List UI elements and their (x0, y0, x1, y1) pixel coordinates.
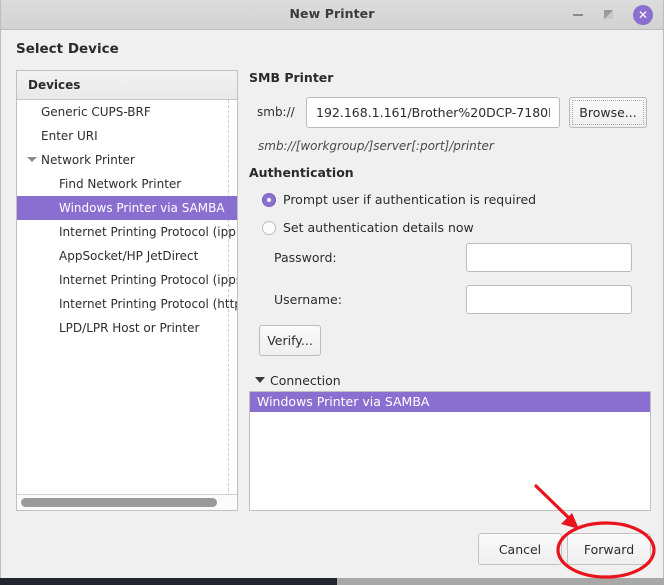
radio-selected-icon (262, 193, 276, 207)
smb-settings-pane: SMB Printer smb:// Browse... smb://[work… (249, 70, 653, 511)
chevron-down-icon[interactable] (27, 157, 37, 162)
page-title: Select Device (16, 41, 119, 57)
device-item-network-printer[interactable]: Network Printer (17, 148, 237, 172)
browse-button[interactable]: Browse... (569, 97, 647, 128)
close-icon[interactable]: ✕ (633, 5, 653, 25)
devices-list[interactable]: Generic CUPS-BRF Enter URI Network Print… (17, 100, 237, 496)
radio-set-auth-now-label: Set authentication details now (283, 220, 474, 235)
scrollbar-thumb[interactable] (21, 498, 217, 507)
device-item-label: Find Network Printer (59, 177, 182, 191)
cancel-button[interactable]: Cancel (478, 533, 562, 565)
connection-expander[interactable]: Connection (255, 373, 341, 388)
devices-panel: Devices Generic CUPS-BRF Enter URI Netwo… (16, 70, 238, 511)
devices-horizontal-scrollbar[interactable] (17, 494, 237, 510)
smb-uri-input[interactable] (306, 97, 560, 128)
authentication-heading: Authentication (249, 165, 354, 180)
device-item-enter-uri[interactable]: Enter URI (17, 124, 237, 148)
smb-uri-row: smb:// Browse... (249, 97, 653, 129)
device-item-appsocket-hp-jetdirect[interactable]: AppSocket/HP JetDirect (17, 244, 237, 268)
device-item-http[interactable]: Internet Printing Protocol (http) (17, 292, 237, 316)
device-item-label: Windows Printer via SAMBA (59, 201, 225, 215)
radio-prompt-user[interactable]: Prompt user if authentication is require… (262, 190, 536, 210)
device-item-ipp[interactable]: Internet Printing Protocol (ipp) (17, 220, 237, 244)
smb-uri-hint: smb://[workgroup/]server[:port]/printer (258, 139, 494, 153)
maximize-icon[interactable] (599, 6, 617, 24)
devices-header: Devices (17, 71, 237, 100)
minimize-icon[interactable] (569, 6, 587, 24)
device-item-label: Enter URI (41, 129, 98, 143)
password-field[interactable] (466, 243, 632, 272)
window-title: New Printer (289, 6, 375, 21)
connection-label: Connection (270, 373, 341, 388)
password-label: Password: (274, 250, 337, 265)
username-field[interactable] (466, 285, 632, 314)
smb-uri-prefix-label: smb:// (257, 105, 295, 119)
smb-printer-heading: SMB Printer (249, 70, 334, 85)
verify-button[interactable]: Verify... (259, 325, 321, 356)
chevron-down-icon (255, 377, 265, 383)
new-printer-dialog: New Printer ✕ Select Device Devices Gene… (0, 0, 664, 578)
device-item-label: Internet Printing Protocol (http) (59, 297, 237, 311)
device-item-find-network-printer[interactable]: Find Network Printer (17, 172, 237, 196)
device-item-label: Generic CUPS-BRF (41, 105, 151, 119)
device-item-label: Internet Printing Protocol (ipps) (59, 273, 237, 287)
title-bar: New Printer ✕ (1, 0, 663, 30)
device-item-ipps[interactable]: Internet Printing Protocol (ipps) (17, 268, 237, 292)
device-item-windows-printer-via-samba[interactable]: Windows Printer via SAMBA (17, 196, 237, 220)
device-item-label: AppSocket/HP JetDirect (59, 249, 199, 263)
radio-unselected-icon (262, 221, 276, 235)
connection-list[interactable]: Windows Printer via SAMBA (249, 391, 651, 511)
desktop-taskbar (0, 578, 664, 585)
device-item-label: Internet Printing Protocol (ipp) (59, 225, 237, 239)
device-item-lpd-lpr[interactable]: LPD/LPR Host or Printer (17, 316, 237, 340)
forward-button[interactable]: Forward (567, 533, 651, 565)
username-label: Username: (274, 292, 342, 307)
device-item-label: LPD/LPR Host or Printer (59, 321, 200, 335)
radio-prompt-user-label: Prompt user if authentication is require… (283, 192, 537, 207)
taskbar-left-section (0, 578, 337, 585)
radio-set-auth-now[interactable]: Set authentication details now (262, 218, 474, 238)
connection-list-item[interactable]: Windows Printer via SAMBA (250, 392, 650, 412)
device-item-generic-cups-brf[interactable]: Generic CUPS-BRF (17, 100, 237, 124)
